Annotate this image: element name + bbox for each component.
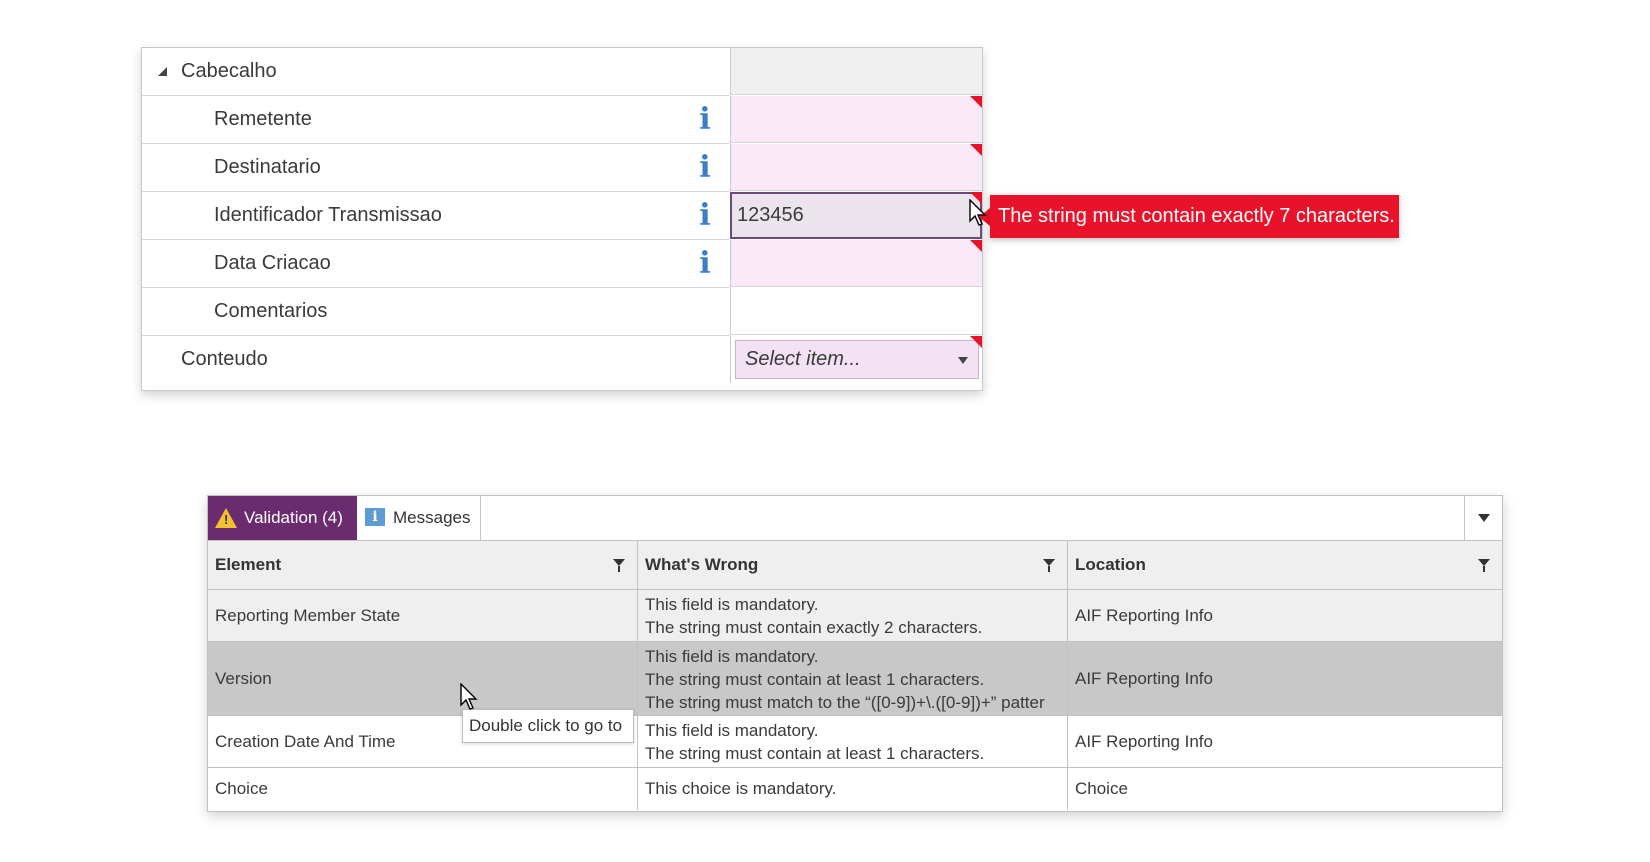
whats-wrong-cell: This field is mandatory. The string must… bbox=[638, 716, 1068, 767]
property-value-input[interactable] bbox=[730, 96, 982, 143]
problem-line: The string must match to the “([0-9])+\.… bbox=[645, 693, 1045, 712]
whats-wrong-cell: This field is mandatory. The string must… bbox=[638, 642, 1068, 715]
property-row-remetente[interactable]: Remetente i bbox=[142, 96, 982, 144]
property-name-cell: Identificador Transmissao i bbox=[142, 192, 730, 240]
table-row[interactable]: Version This field is mandatory. The str… bbox=[208, 642, 1502, 716]
table-row[interactable]: Creation Date And Time This field is man… bbox=[208, 716, 1502, 768]
tab-validation[interactable]: ! Validation (4) bbox=[208, 496, 357, 540]
filter-icon[interactable] bbox=[613, 559, 625, 572]
location-cell: AIF Reporting Info bbox=[1075, 669, 1213, 688]
property-row-conteudo[interactable]: Conteudo Select item... bbox=[142, 336, 982, 384]
problem-line: The string must contain at least 1 chara… bbox=[645, 744, 985, 763]
property-name-cell: Conteudo bbox=[142, 336, 730, 383]
property-value-input[interactable]: 123456 bbox=[730, 192, 982, 239]
tab-bar: ! Validation (4) i Messages bbox=[208, 496, 1502, 541]
property-row-cabecalho[interactable]: Cabecalho bbox=[142, 48, 982, 96]
problem-line: This field is mandatory. bbox=[645, 647, 819, 666]
location-cell: AIF Reporting Info bbox=[1075, 732, 1213, 751]
info-icon[interactable]: i bbox=[697, 201, 713, 231]
property-name-cell: Comentarios bbox=[142, 288, 730, 336]
property-name-cell: Destinatario i bbox=[142, 144, 730, 192]
whats-wrong-cell: This field is mandatory. The string must… bbox=[638, 590, 1068, 641]
property-value-input[interactable] bbox=[730, 144, 982, 191]
property-row-data-criacao[interactable]: Data Criacao i bbox=[142, 240, 982, 288]
element-cell: Reporting Member State bbox=[208, 590, 638, 641]
error-marker-icon bbox=[970, 144, 982, 156]
table-row[interactable]: Reporting Member State This field is man… bbox=[208, 590, 1502, 642]
column-header-label: Location bbox=[1075, 555, 1146, 574]
property-label: Remetente bbox=[214, 108, 312, 130]
info-icon: i bbox=[365, 508, 385, 526]
property-label: Comentarios bbox=[214, 300, 328, 322]
property-label: Cabecalho bbox=[181, 60, 277, 82]
column-header-whats-wrong[interactable]: What's Wrong bbox=[638, 541, 1068, 589]
problem-line: This field is mandatory. bbox=[645, 721, 819, 740]
error-marker-icon bbox=[970, 96, 982, 108]
info-icon[interactable]: i bbox=[697, 105, 713, 135]
tab-label: Messages bbox=[393, 508, 471, 527]
table-row[interactable]: Choice This choice is mandatory. Choice bbox=[208, 768, 1502, 810]
whats-wrong-cell: This choice is mandatory. bbox=[638, 768, 1068, 810]
conteudo-select[interactable]: Select item... bbox=[735, 340, 979, 379]
column-header-location[interactable]: Location bbox=[1068, 541, 1502, 589]
info-icon[interactable]: i bbox=[697, 153, 713, 183]
info-icon[interactable]: i bbox=[697, 249, 713, 279]
problem-line: The string must contain at least 1 chara… bbox=[645, 670, 985, 689]
column-header-label: What's Wrong bbox=[645, 555, 759, 574]
property-label: Conteudo bbox=[181, 348, 268, 370]
tab-label: Validation (4) bbox=[244, 508, 343, 527]
error-marker-icon bbox=[970, 240, 982, 252]
location-cell: AIF Reporting Info bbox=[1075, 606, 1213, 625]
warning-mark: ! bbox=[224, 512, 229, 527]
problem-line: This field is mandatory. bbox=[645, 595, 819, 614]
property-value-text: 123456 bbox=[737, 204, 804, 226]
column-header-label: Element bbox=[215, 555, 282, 574]
property-name-cell: Data Criacao i bbox=[142, 240, 730, 288]
collapse-triangle-icon[interactable] bbox=[158, 67, 167, 76]
property-value-input[interactable] bbox=[730, 240, 982, 287]
error-marker-icon bbox=[970, 336, 982, 348]
property-value-input[interactable] bbox=[730, 288, 982, 335]
location-cell: Choice bbox=[1075, 779, 1128, 798]
element-cell: Version bbox=[208, 642, 638, 715]
filter-icon[interactable] bbox=[1043, 559, 1055, 572]
property-label: Destinatario bbox=[214, 156, 321, 178]
problem-line: The string must contain exactly 2 charac… bbox=[645, 618, 983, 637]
mouse-cursor-icon bbox=[969, 199, 987, 226]
validation-panel: ! Validation (4) i Messages Element What… bbox=[207, 495, 1503, 812]
element-cell: Choice bbox=[208, 768, 638, 810]
chevron-down-icon[interactable] bbox=[958, 357, 968, 364]
property-name-cell: Cabecalho bbox=[142, 48, 730, 96]
property-value-cell: Select item... bbox=[730, 336, 982, 383]
tab-messages[interactable]: i Messages bbox=[357, 496, 481, 540]
column-header-element[interactable]: Element bbox=[208, 541, 638, 589]
table-header: Element What's Wrong Location bbox=[208, 541, 1502, 590]
select-placeholder: Select item... bbox=[745, 348, 861, 370]
property-row-comentarios[interactable]: Comentarios bbox=[142, 288, 982, 336]
property-name-cell: Remetente i bbox=[142, 96, 730, 144]
tab-dropdown-button[interactable] bbox=[1464, 496, 1502, 540]
filter-icon[interactable] bbox=[1478, 559, 1490, 572]
property-label: Data Criacao bbox=[214, 252, 331, 274]
property-row-destinatario[interactable]: Destinatario i bbox=[142, 144, 982, 192]
mouse-cursor-icon bbox=[460, 683, 478, 710]
chevron-down-icon bbox=[1478, 514, 1490, 522]
validation-error-tooltip: The string must contain exactly 7 charac… bbox=[990, 195, 1399, 238]
property-value-cell bbox=[730, 48, 982, 95]
row-hover-tooltip: Double click to go to bbox=[462, 709, 634, 743]
property-row-identificador-transmissao[interactable]: Identificador Transmissao i 123456 bbox=[142, 192, 982, 240]
property-grid: Cabecalho Remetente i Destinatario i Ide… bbox=[141, 47, 983, 391]
property-label: Identificador Transmissao bbox=[214, 204, 442, 226]
